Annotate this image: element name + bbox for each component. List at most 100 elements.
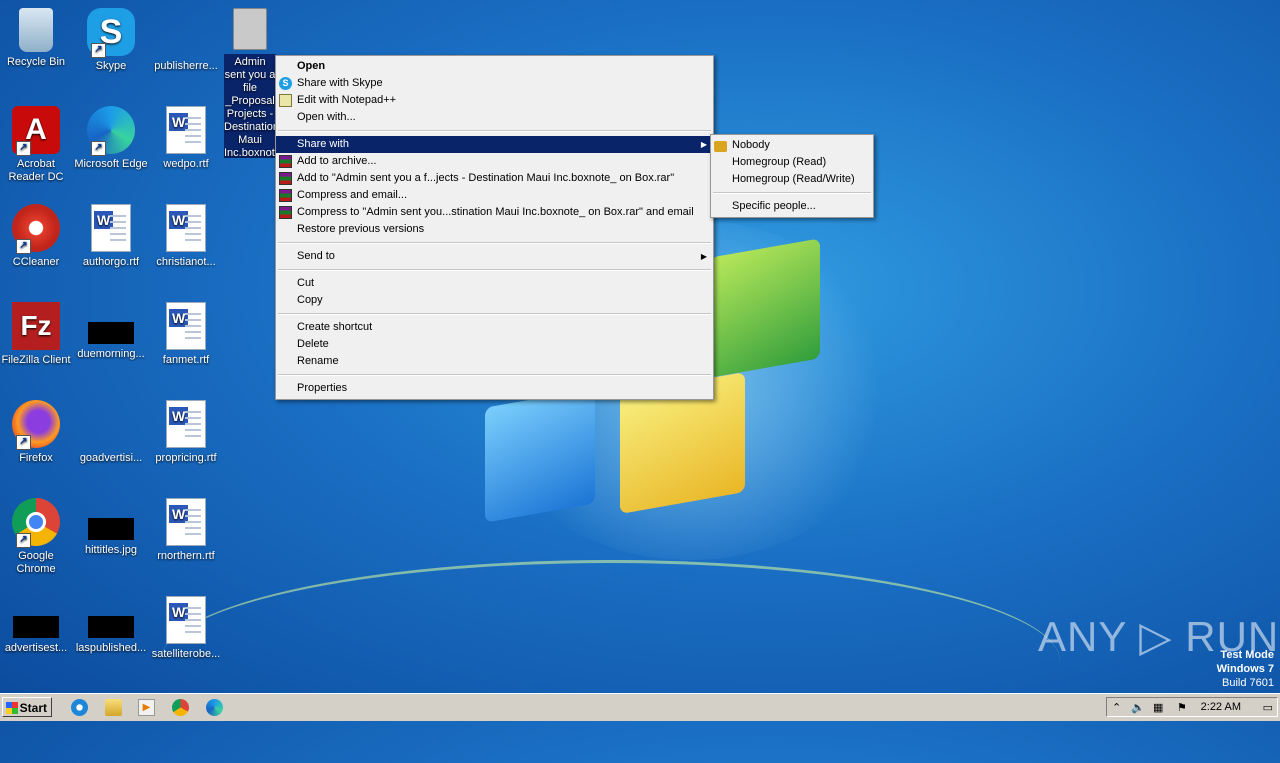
clock[interactable]: 2:22 AM [1201, 701, 1241, 713]
firefox-icon: ↗ [12, 400, 60, 450]
skype-icon: S ↗ [87, 8, 135, 58]
menu-item-share-with-skype[interactable]: S Share with Skype [276, 75, 713, 92]
menu-separator [278, 269, 711, 271]
submenu-item-nobody[interactable]: Nobody [711, 137, 873, 154]
media-player-icon[interactable]: ▶ [138, 699, 155, 716]
windows-flag-icon [6, 702, 18, 714]
menu-item-label: Share with Skype [297, 77, 383, 89]
desktop-icon-satelliterobe[interactable]: satelliterobe... [148, 596, 224, 661]
show-desktop-icon[interactable]: ▭ [1263, 701, 1273, 714]
desktop-icon-advertisest[interactable]: advertisest... [0, 596, 74, 655]
word-document-icon [166, 302, 206, 350]
share-with-submenu: Nobody Homegroup (Read) Homegroup (Read/… [710, 134, 874, 218]
menu-item-share-with[interactable]: Share with ▶ [276, 136, 713, 153]
package-file-icon [233, 8, 267, 50]
menu-item-label: Cut [297, 277, 315, 289]
desktop-icon-duemorning[interactable]: duemorning... [73, 302, 149, 361]
winrar-icon [279, 206, 292, 219]
menu-item-label: Homegroup (Read) [732, 156, 827, 168]
menu-item-add-to-archive[interactable]: Add to archive... [276, 153, 713, 170]
volume-icon[interactable]: 🔈 [1131, 701, 1145, 714]
menu-item-create-shortcut[interactable]: Create shortcut [276, 319, 713, 336]
desktop-icon-authorgo[interactable]: authorgo.rtf [73, 204, 149, 269]
menu-separator [278, 374, 711, 376]
desktop-icon-edge[interactable]: ↗ Microsoft Edge [73, 106, 149, 171]
word-document-icon [166, 596, 206, 644]
submenu-item-homegroup-read[interactable]: Homegroup (Read) [711, 154, 873, 171]
chrome-icon: ↗ [12, 498, 60, 548]
image-thumbnail-icon [88, 518, 134, 540]
desktop-icon-recycle-bin[interactable]: Recycle Bin [0, 8, 74, 69]
desktop-icon-wedpo[interactable]: wedpo.rtf [148, 106, 224, 171]
menu-item-copy[interactable]: Copy [276, 292, 713, 309]
word-document-icon [166, 498, 206, 546]
menu-item-delete[interactable]: Delete [276, 336, 713, 353]
winrar-icon [279, 155, 292, 168]
internet-explorer-icon[interactable] [71, 699, 88, 716]
menu-item-rename[interactable]: Rename [276, 353, 713, 370]
desktop-icon-firefox[interactable]: ↗ Firefox [0, 400, 74, 465]
menu-item-open[interactable]: Open [276, 58, 713, 75]
menu-item-label: Edit with Notepad++ [297, 94, 397, 106]
image-thumbnail-icon [88, 322, 134, 344]
menu-item-edit-notepadpp[interactable]: Edit with Notepad++ [276, 92, 713, 109]
lock-icon [714, 141, 727, 152]
desktop-icon-label: FileZilla Client [1, 354, 71, 366]
menu-item-label: Compress to "Admin sent you...stination … [297, 206, 694, 218]
desktop-icon-laspublished[interactable]: laspublished... [73, 596, 149, 655]
shortcut-arrow-icon: ↗ [16, 435, 31, 450]
desktop-icon-rnorthern[interactable]: rnorthern.rtf [148, 498, 224, 563]
desktop-icon-goadvertisi[interactable]: goadvertisi... [73, 400, 149, 465]
menu-item-label: Homegroup (Read/Write) [732, 173, 855, 185]
desktop-icon-chrome[interactable]: ↗ Google Chrome [0, 498, 74, 576]
desktop-icon-publisherre[interactable]: publisherre... [148, 8, 224, 73]
menu-item-cut[interactable]: Cut [276, 275, 713, 292]
show-hidden-icons-icon[interactable]: ⌃ [1112, 701, 1121, 714]
menu-item-open-with[interactable]: Open with... [276, 109, 713, 126]
menu-item-label: Add to archive... [297, 155, 377, 167]
shortcut-arrow-icon: ↗ [91, 141, 106, 156]
desktop-icon-label: goadvertisi... [79, 452, 143, 464]
desktop-icon-fanmet[interactable]: fanmet.rtf [148, 302, 224, 367]
menu-item-compress-email[interactable]: Compress and email... [276, 187, 713, 204]
shortcut-arrow-icon: ↗ [16, 533, 31, 548]
notepadpp-icon [279, 94, 292, 107]
system-tray: ⌃ 🔈 ▦ ⚑ 2:22 AM ▭ [1106, 697, 1278, 717]
action-center-flag-icon[interactable]: ⚑ [1177, 701, 1187, 714]
menu-item-add-to-rar[interactable]: Add to "Admin sent you a f...jects - Des… [276, 170, 713, 187]
explorer-folder-icon[interactable] [105, 699, 122, 716]
desktop-icon-christianot[interactable]: christianot... [148, 204, 224, 269]
menu-item-label: Add to "Admin sent you a f...jects - Des… [297, 172, 675, 184]
start-label: Start [19, 701, 47, 715]
network-icon[interactable]: ▦ [1153, 701, 1163, 714]
menu-item-restore-versions[interactable]: Restore previous versions [276, 221, 713, 238]
chrome-icon[interactable] [172, 699, 189, 716]
menu-item-compress-to-rar-email[interactable]: Compress to "Admin sent you...stination … [276, 204, 713, 221]
skype-icon: S [279, 77, 292, 90]
desktop-icon-label: rnorthern.rtf [157, 550, 215, 562]
desktop-icon-hittitles[interactable]: hittitles.jpg [73, 498, 149, 557]
menu-item-send-to[interactable]: Send to ▶ [276, 248, 713, 265]
edge-icon[interactable] [206, 699, 223, 716]
logo-pane-green [710, 238, 820, 378]
desktop-icon-propricing[interactable]: propricing.rtf [148, 400, 224, 465]
start-button[interactable]: Start [2, 697, 52, 717]
desktop-icon-label: Acrobat Reader DC [8, 158, 64, 183]
desktop-icon-acrobat[interactable]: A ↗ Acrobat Reader DC [0, 106, 74, 184]
menu-separator [278, 313, 711, 315]
submenu-item-homegroup-readwrite[interactable]: Homegroup (Read/Write) [711, 171, 873, 188]
menu-item-label: Delete [297, 338, 329, 350]
submenu-item-specific-people[interactable]: Specific people... [711, 198, 873, 215]
desktop-icon-filezilla[interactable]: Fz FileZilla Client [0, 302, 74, 367]
desktop-icon-label: advertisest... [4, 642, 68, 654]
desktop-icon-label: Recycle Bin [6, 56, 66, 68]
desktop-icon-label: propricing.rtf [155, 452, 217, 464]
filezilla-icon: Fz [12, 302, 60, 350]
menu-item-properties[interactable]: Properties [276, 380, 713, 397]
submenu-arrow-icon: ▶ [700, 140, 707, 149]
desktop-icon-label: fanmet.rtf [162, 354, 210, 366]
desktop-icon-skype[interactable]: S ↗ Skype [73, 8, 149, 73]
menu-item-label: Properties [297, 382, 348, 394]
desktop-icon-ccleaner[interactable]: ↗ CCleaner [0, 204, 74, 269]
desktop-icon-boxnote-selected[interactable]: Admin sent you a file _Proposal Projects… [224, 8, 276, 158]
